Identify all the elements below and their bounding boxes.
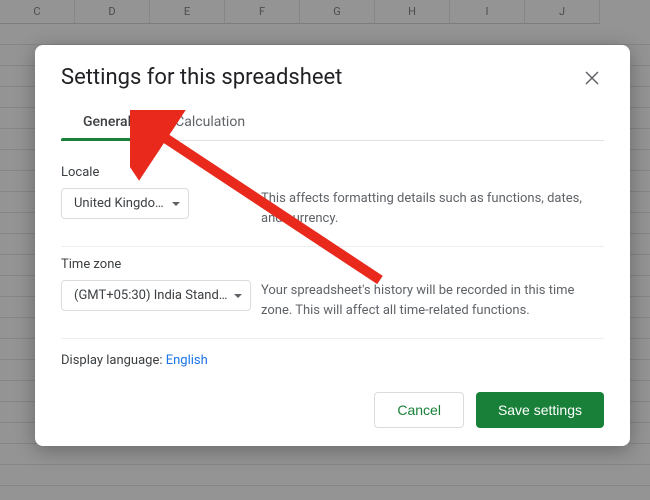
tab-calculation[interactable]: Calculation: [153, 104, 267, 140]
save-settings-button[interactable]: Save settings: [476, 392, 604, 428]
settings-dialog: Settings for this spreadsheet General Ca…: [35, 45, 630, 446]
locale-dropdown[interactable]: United Kingdom: [61, 188, 189, 219]
timezone-description: Your spreadsheet's history will be recor…: [261, 257, 604, 320]
locale-value: United Kingdom: [74, 196, 166, 211]
tab-general[interactable]: General: [61, 104, 153, 140]
caret-down-icon: [172, 202, 180, 206]
locale-label: Locale: [61, 165, 261, 180]
close-button[interactable]: [580, 66, 604, 90]
display-language-label: Display language:: [61, 353, 166, 368]
locale-row: Locale United Kingdom This affects forma…: [61, 155, 604, 247]
close-icon: [585, 71, 599, 85]
display-language-link[interactable]: English: [166, 353, 208, 368]
tab-bar: General Calculation: [61, 104, 604, 141]
caret-down-icon: [234, 294, 242, 298]
dialog-title: Settings for this spreadsheet: [61, 65, 342, 90]
timezone-value: (GMT+05:30) India Stand…: [74, 288, 227, 303]
timezone-label: Time zone: [61, 257, 261, 272]
timezone-row: Time zone (GMT+05:30) India Stand… Your …: [61, 247, 604, 339]
display-language-row: Display language: English: [61, 339, 604, 376]
cancel-button[interactable]: Cancel: [374, 392, 464, 428]
timezone-dropdown[interactable]: (GMT+05:30) India Stand…: [61, 280, 251, 311]
locale-description: This affects formatting details such as …: [261, 165, 604, 228]
